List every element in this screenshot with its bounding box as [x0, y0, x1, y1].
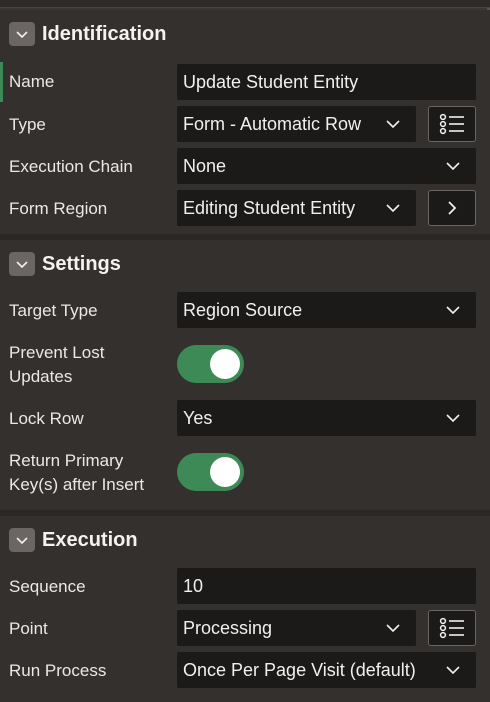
point-value: Processing: [183, 617, 273, 638]
settings-header[interactable]: Settings: [0, 240, 490, 288]
form-region-value: Editing Student Entity: [183, 197, 356, 218]
toggle-knob: [210, 349, 240, 379]
prevent-lost-updates-toggle[interactable]: [177, 345, 244, 383]
chevron-down-icon: [446, 414, 460, 423]
chevron-down-icon: [446, 306, 460, 315]
section-title: Identification: [42, 22, 167, 45]
chevron-down-icon: [446, 666, 460, 675]
settings-section: Settings Target Type Region Source Preve…: [0, 240, 490, 510]
execution-header[interactable]: Execution: [0, 516, 490, 564]
execution-section: Execution Sequence 10 Point Processing R…: [0, 516, 490, 702]
chevron-down-icon: [446, 162, 460, 171]
lock-row-select[interactable]: Yes: [177, 400, 476, 436]
top-strip: [0, 0, 490, 8]
form-region-label: Form Region: [9, 199, 108, 218]
type-list-button[interactable]: [428, 106, 476, 142]
collapse-chevron-down-icon[interactable]: [9, 528, 35, 552]
type-select[interactable]: Form - Automatic Row: [177, 106, 416, 142]
prevent-lost-updates-label-line1: Prevent Lost: [9, 343, 105, 362]
toggle-knob: [210, 457, 240, 487]
chevron-down-icon: [386, 204, 400, 213]
form-region-select[interactable]: Editing Student Entity: [177, 190, 416, 226]
target-type-select[interactable]: Region Source: [177, 292, 476, 328]
identification-header[interactable]: Identification: [0, 10, 490, 58]
execution-chain-select[interactable]: None: [177, 148, 476, 184]
list-icon: [439, 113, 464, 135]
list-icon: [439, 617, 464, 639]
name-value: Update Student Entity: [183, 71, 359, 92]
collapse-chevron-down-icon[interactable]: [9, 22, 35, 46]
run-process-select[interactable]: Once Per Page Visit (default): [177, 652, 476, 688]
point-label: Point: [9, 619, 48, 638]
return-primary-key-label-line2: Key(s) after Insert: [9, 475, 145, 494]
identification-section: Identification Name Update Student Entit…: [0, 10, 490, 234]
sequence-input[interactable]: 10: [177, 568, 476, 604]
execution-chain-value: None: [183, 155, 227, 176]
point-list-button[interactable]: [428, 610, 476, 646]
prevent-lost-updates-label-line2: Updates: [9, 367, 73, 386]
type-value: Form - Automatic Row: [183, 113, 362, 134]
chevron-right-icon: [448, 201, 457, 215]
sequence-value: 10: [183, 575, 204, 596]
target-type-value: Region Source: [183, 299, 303, 320]
name-label: Name: [9, 72, 55, 91]
execution-chain-label: Execution Chain: [9, 157, 133, 176]
collapse-chevron-down-icon[interactable]: [9, 252, 35, 276]
run-process-label: Run Process: [9, 661, 107, 680]
section-title: Settings: [42, 252, 121, 275]
name-field[interactable]: Update Student Entity: [177, 64, 476, 100]
chevron-down-icon: [386, 624, 400, 633]
return-primary-key-label-line1: Return Primary: [9, 451, 124, 470]
form-region-navigate-button[interactable]: [428, 190, 476, 226]
active-row-indicator: [0, 62, 3, 102]
target-type-label: Target Type: [9, 301, 98, 320]
section-title: Execution: [42, 528, 138, 551]
point-select[interactable]: Processing: [177, 610, 416, 646]
run-process-value: Once Per Page Visit (default): [183, 659, 416, 680]
chevron-down-icon: [386, 120, 400, 129]
lock-row-value: Yes: [183, 407, 213, 428]
type-label: Type: [9, 115, 46, 134]
sequence-label: Sequence: [9, 577, 86, 596]
return-primary-key-toggle[interactable]: [177, 453, 244, 491]
lock-row-label: Lock Row: [9, 409, 84, 428]
